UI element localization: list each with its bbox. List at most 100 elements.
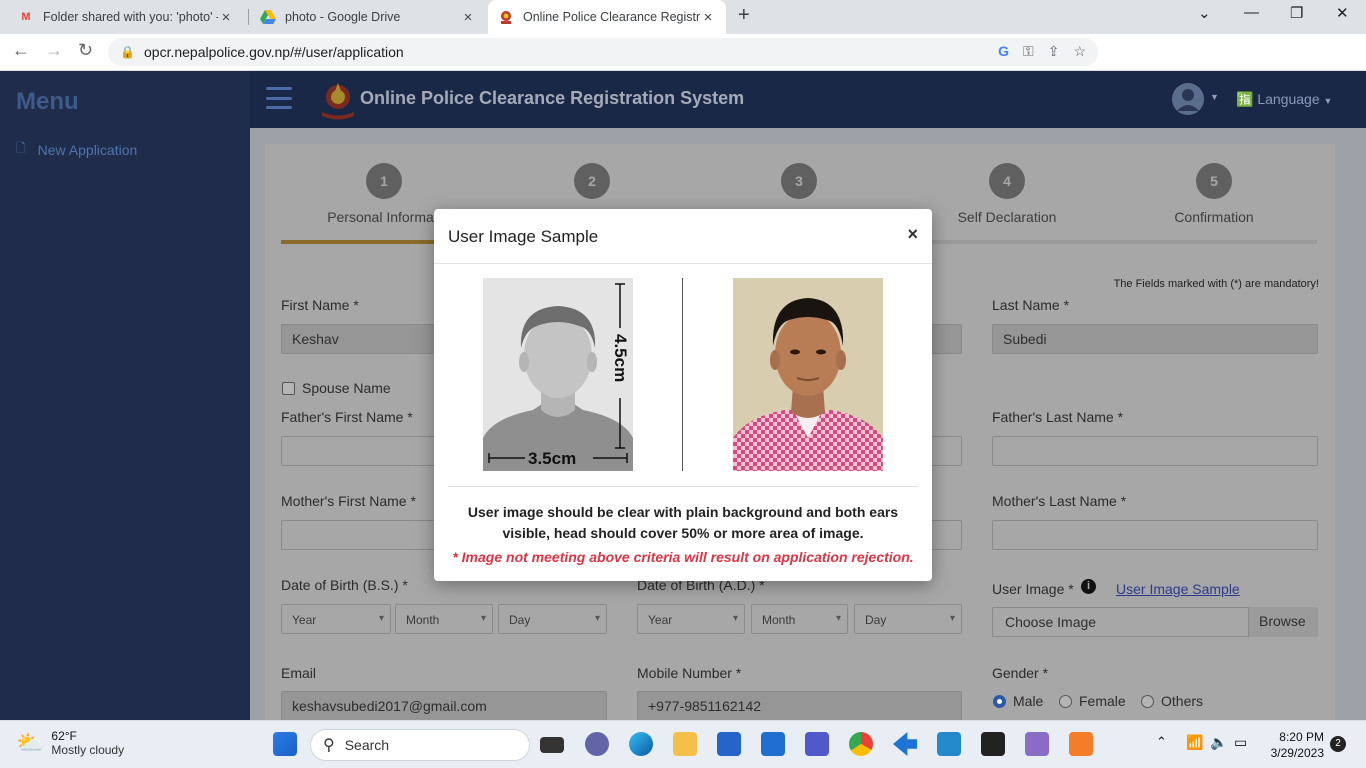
height-dimension-label: 4.5cm [611, 334, 630, 382]
step-5[interactable]: 5 Confirmation [1109, 163, 1319, 225]
father-first-name-label: Father's First Name * [281, 409, 413, 425]
mobile-field[interactable]: +977-9851162142 [637, 691, 962, 721]
tab-gmail[interactable]: M Folder shared with you: 'photo' - × [8, 0, 244, 34]
taskbar-search[interactable]: ⚲ Search [310, 729, 530, 761]
tab-close-icon[interactable]: × [700, 9, 716, 26]
nepal-police-icon [498, 9, 514, 25]
new-tab-button[interactable]: + [738, 4, 750, 27]
example-photo [733, 278, 883, 471]
modal-divider [448, 486, 918, 487]
user-avatar[interactable] [1172, 83, 1204, 115]
tab-close-icon[interactable]: × [218, 9, 234, 26]
tab-close-icon[interactable]: × [460, 9, 476, 26]
notification-count-badge[interactable]: 2 [1330, 736, 1346, 752]
bookmark-star-icon[interactable]: ☆ [1073, 43, 1086, 60]
media-app-icon[interactable] [1025, 732, 1049, 756]
select-value: Year [292, 613, 317, 627]
clock-time: 8:20 PM [1279, 730, 1324, 744]
step-3[interactable]: 3 [694, 163, 904, 209]
edge-icon[interactable] [629, 732, 653, 756]
step-4[interactable]: 4 Self Declaration [902, 163, 1112, 225]
forward-button[interactable]: → [45, 40, 63, 61]
select-value: Month [762, 613, 796, 627]
language-dropdown[interactable]: 🈯 Language ▼ [1236, 91, 1332, 108]
minimize-button[interactable]: — [1244, 4, 1259, 21]
vscode-icon[interactable] [937, 732, 961, 756]
modal-header: User Image Sample × [434, 209, 932, 264]
reload-button[interactable]: ↻ [78, 40, 93, 61]
arrow-app-icon[interactable] [893, 732, 917, 756]
spouse-checkbox[interactable] [282, 382, 295, 395]
chevron-down-icon[interactable]: ▼ [1210, 92, 1219, 102]
sidebar-item-new-application[interactable]: 🗋 New Application [16, 139, 137, 160]
step-2[interactable]: 2 [487, 163, 697, 209]
gender-female-label: Female [1079, 693, 1126, 709]
volume-icon[interactable]: 🔈 [1210, 734, 1227, 751]
info-icon[interactable]: i [1081, 579, 1096, 594]
rejection-warning: * Image not meeting above criteria will … [452, 549, 914, 565]
dob-bs-month-select[interactable]: Month ▾ [395, 604, 493, 634]
video-chat-icon[interactable] [585, 732, 609, 756]
chevron-up-icon[interactable]: ⌃ [1156, 734, 1167, 750]
google-icon[interactable]: G [998, 43, 1009, 60]
tab-police-clearance[interactable]: Online Police Clearance Registrat × [488, 0, 726, 34]
step-number: 1 [366, 163, 402, 199]
file-explorer-icon[interactable] [673, 732, 697, 756]
step-number: 5 [1196, 163, 1232, 199]
email-field[interactable]: keshavsubedi2017@gmail.com [281, 691, 607, 721]
top-navbar: Online Police Clearance Registration Sys… [250, 71, 1366, 128]
tab-search-icon[interactable]: ⌄ [1198, 4, 1211, 22]
address-bar[interactable]: 🔒 opcr.nepalpolice.gov.np/#/user/applica… [108, 38, 1098, 66]
dob-ad-year-select[interactable]: Year ▾ [637, 604, 745, 634]
clock[interactable]: 8:20 PM 3/29/2023 [1266, 730, 1324, 760]
mother-last-name-label: Mother's Last Name * [992, 493, 1127, 509]
key-icon[interactable]: ⚿ [1023, 43, 1034, 60]
browser-toolbar: ← → ↻ 🔒 opcr.nepalpolice.gov.np/#/user/a… [0, 34, 1366, 95]
weather-widget[interactable]: ⛅ 62°F Mostly cloudy [16, 729, 124, 757]
store-icon[interactable] [717, 732, 741, 756]
weather-desc: Mostly cloudy [51, 743, 125, 757]
gender-male-radio[interactable] [993, 695, 1006, 708]
dob-bs-day-select[interactable]: Day ▾ [498, 604, 607, 634]
modal-close-button[interactable]: × [907, 224, 918, 245]
hamburger-menu-icon[interactable] [266, 87, 292, 109]
close-window-button[interactable]: ✕ [1336, 4, 1349, 22]
select-value: Year [648, 613, 673, 627]
last-name-field[interactable]: Subedi [992, 324, 1318, 354]
modal-title: User Image Sample [448, 227, 599, 246]
chevron-down-icon: ▾ [594, 613, 600, 624]
tab-title: photo - Google Drive [285, 10, 401, 24]
father-last-name-field[interactable] [992, 436, 1318, 466]
windows-start-icon[interactable] [273, 732, 297, 756]
windows-taskbar: ⛅ 62°F Mostly cloudy ⚲ Search ⌃ 📶 🔈 ▭ 8:… [0, 720, 1366, 768]
dob-bs-year-select[interactable]: Year ▾ [281, 604, 391, 634]
step-number: 2 [574, 163, 610, 199]
mother-last-name-field[interactable] [992, 520, 1318, 550]
gender-female-radio[interactable] [1059, 695, 1072, 708]
sidebar-item-label: New Application [37, 141, 138, 158]
wifi-icon[interactable]: 📶 [1186, 734, 1203, 751]
browse-button[interactable]: Browse [1248, 607, 1318, 637]
terminal-icon[interactable] [981, 732, 1005, 756]
tab-google-drive[interactable]: photo - Google Drive × [250, 0, 486, 34]
select-value: Day [509, 613, 531, 627]
dob-ad-month-select[interactable]: Month ▾ [751, 604, 848, 634]
battery-icon[interactable]: ▭ [1234, 734, 1247, 751]
language-label: Language [1257, 91, 1320, 107]
user-image-sample-modal: User Image Sample × 4.5cm 3.5cm User ima… [434, 209, 932, 581]
image-requirements-text: User image should be clear with plain ba… [467, 504, 899, 541]
task-view-icon[interactable] [540, 737, 564, 753]
share-icon[interactable]: ⇪ [1048, 43, 1060, 60]
chevron-down-icon: ▾ [732, 613, 738, 624]
teams-icon[interactable] [805, 732, 829, 756]
chevron-down-icon: ▾ [480, 613, 486, 624]
restore-button[interactable]: ❐ [1290, 4, 1303, 22]
dob-ad-day-select[interactable]: Day ▾ [854, 604, 962, 634]
chrome-icon[interactable] [849, 732, 873, 756]
mail-icon[interactable] [761, 732, 785, 756]
silhouette-sample-image: 4.5cm 3.5cm [483, 278, 633, 471]
gender-others-radio[interactable] [1141, 695, 1154, 708]
xampp-icon[interactable] [1069, 732, 1093, 756]
back-button[interactable]: ← [12, 40, 30, 61]
user-image-sample-link[interactable]: User Image Sample [1116, 581, 1240, 597]
